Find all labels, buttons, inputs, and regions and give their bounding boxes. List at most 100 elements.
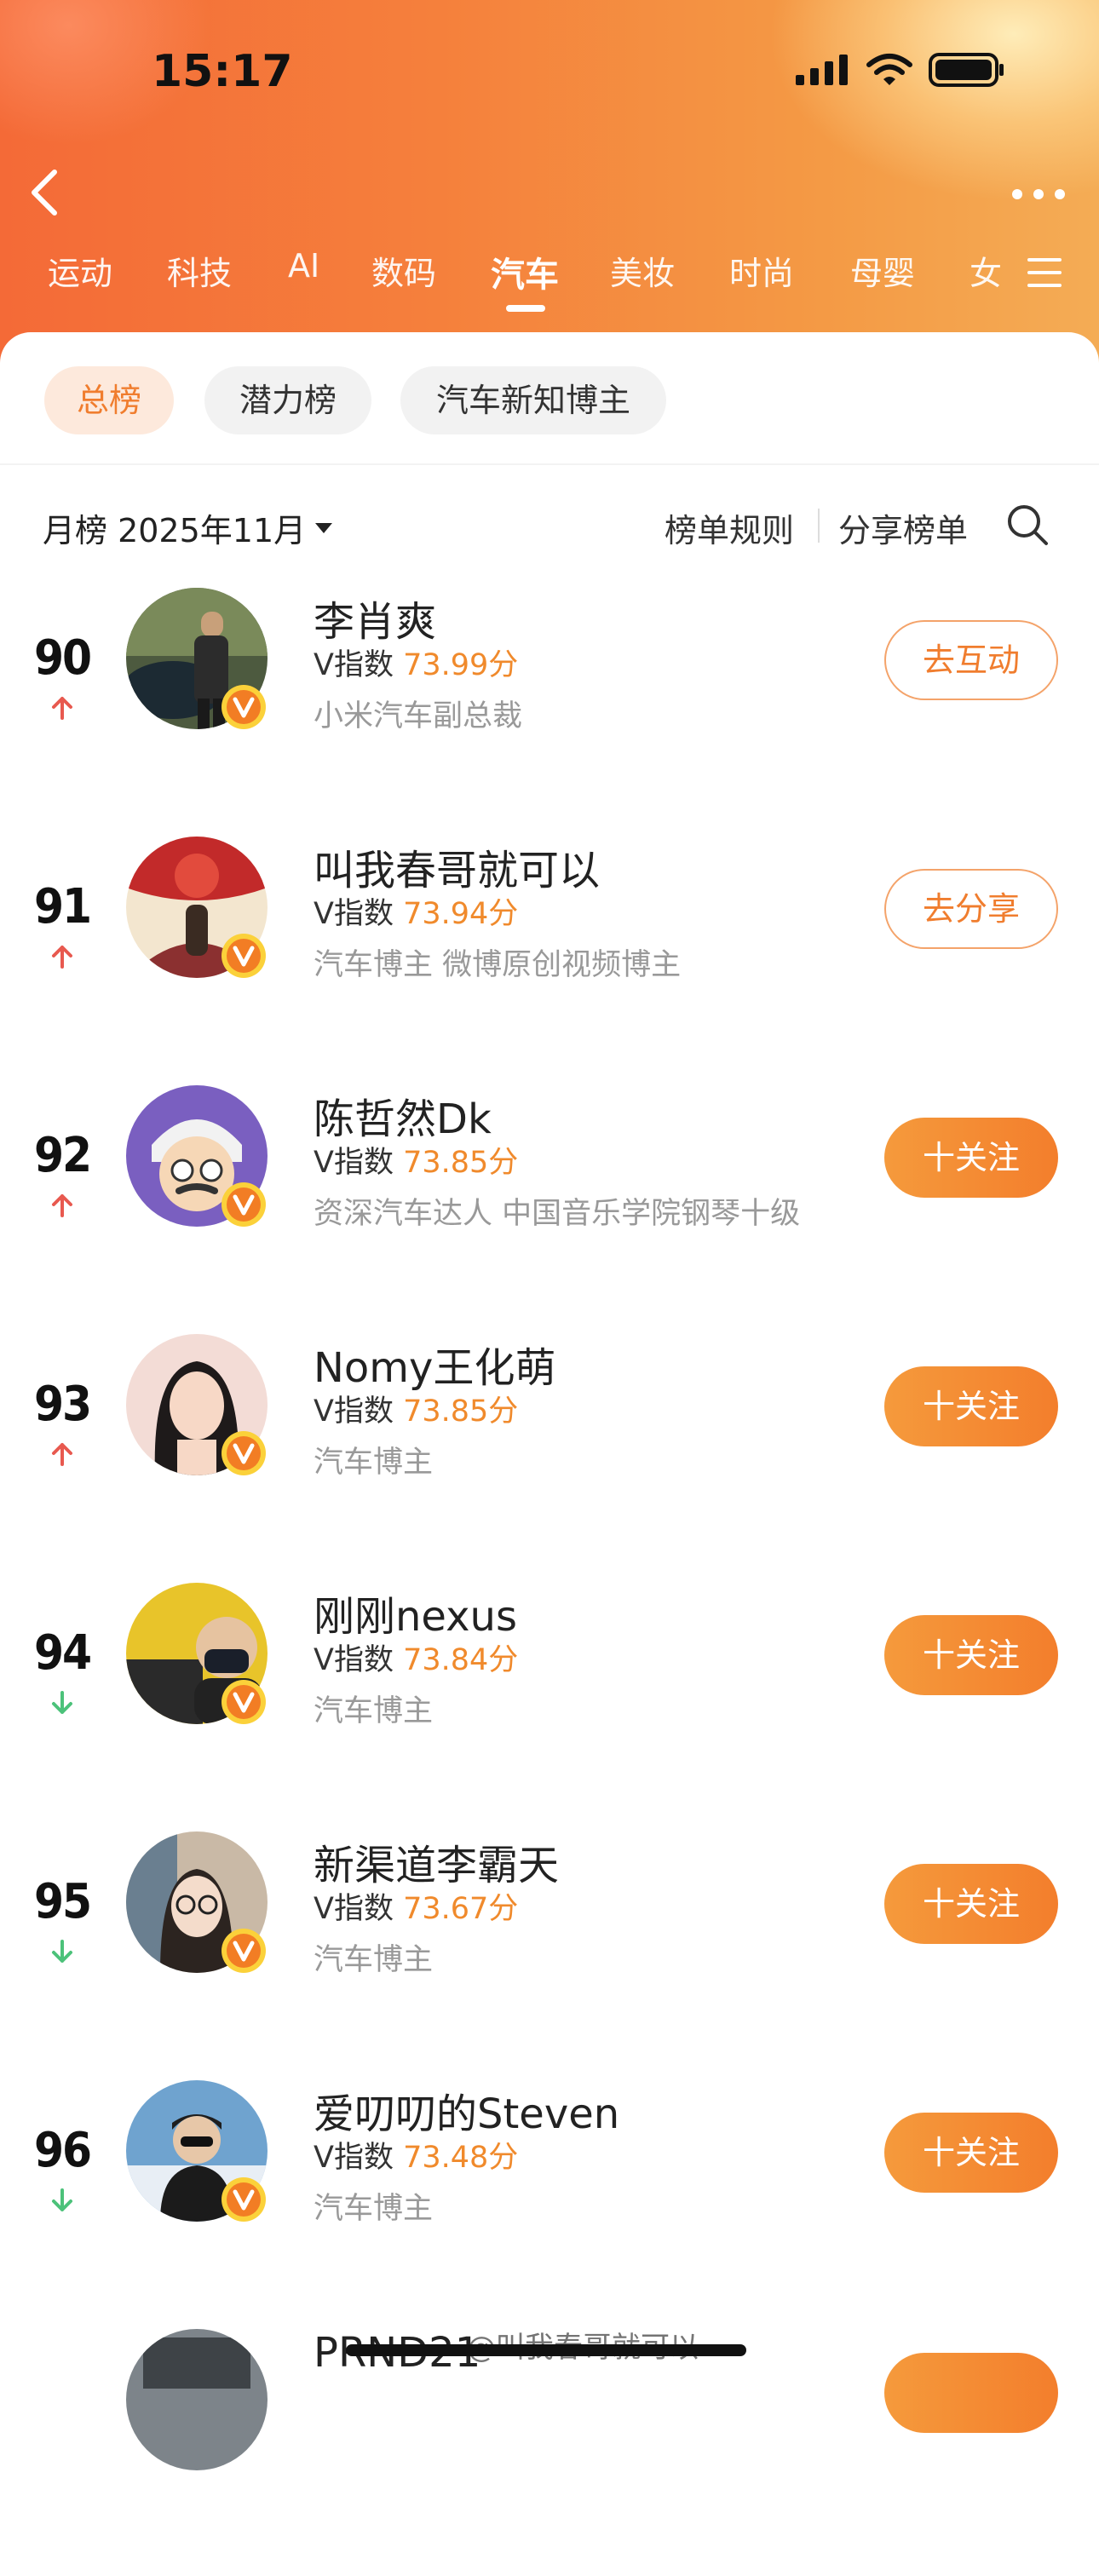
- rank-number: 92: [34, 1128, 92, 1183]
- v-index-label: V指数: [314, 648, 394, 682]
- v-index: V指数 73.85分: [314, 1138, 518, 1182]
- rank-up-icon: [52, 1443, 72, 1466]
- v-index-score: 73.99分: [403, 648, 519, 682]
- user-name[interactable]: 爱叨叨的Steven: [314, 2080, 619, 2140]
- v-index-score: 73.67分: [403, 1892, 519, 1926]
- tab-baby[interactable]: 母婴: [850, 247, 915, 294]
- signal-icon: [796, 55, 848, 85]
- tab-women[interactable]: 女: [970, 247, 1002, 294]
- user-description: 汽车博主 微博原创视频博主: [314, 948, 682, 982]
- status-icons: [796, 53, 1005, 87]
- v-index: V指数 73.99分: [314, 641, 518, 684]
- verified-badge-icon: [222, 2177, 266, 2222]
- active-tab-indicator: [506, 305, 545, 312]
- v-index-score: 73.94分: [403, 897, 519, 931]
- user-description: 汽车博主: [314, 1446, 434, 1480]
- user-description: 资深汽车达人 中国音乐学院钢琴十级: [314, 1197, 801, 1231]
- verified-badge-icon: [222, 1182, 266, 1227]
- list-item[interactable]: 91 叫我春哥就可以 V指数 73.94分 汽车博主 微博原创视频博主 去分享: [0, 837, 1099, 1084]
- separator: [818, 509, 820, 543]
- more-icon[interactable]: [1010, 177, 1067, 211]
- user-name[interactable]: 陈哲然Dk: [314, 1085, 492, 1145]
- search-icon[interactable]: [1005, 503, 1050, 547]
- subtab-new-knowledge[interactable]: 汽车新知博主: [400, 366, 666, 434]
- share-button[interactable]: 去分享: [884, 869, 1058, 949]
- interact-button[interactable]: 去互动: [884, 620, 1058, 700]
- tab-fashion[interactable]: 时尚: [729, 247, 794, 294]
- rank-up-icon: [52, 1194, 72, 1217]
- rank-number: 90: [34, 630, 92, 686]
- rules-link[interactable]: 榜单规则: [665, 504, 794, 551]
- verified-badge-icon: [222, 1929, 266, 1973]
- rank-up-icon: [52, 946, 72, 969]
- wifi-icon: [866, 54, 912, 85]
- rank-up-icon: [52, 697, 72, 720]
- user-name[interactable]: 李肖爽: [314, 588, 436, 647]
- v-index-score: 73.85分: [403, 1394, 519, 1429]
- tab-sports[interactable]: 运动: [48, 247, 112, 294]
- caret-down-icon: [315, 522, 333, 533]
- rank-number: 96: [34, 2123, 92, 2178]
- list-item[interactable]: 93 Nomy王化萌 V指数 73.85分 汽车博主 十关注: [0, 1334, 1099, 1581]
- user-name[interactable]: 叫我春哥就可以: [314, 837, 600, 896]
- verified-badge-icon: [222, 934, 266, 978]
- verified-badge-icon: [222, 1431, 266, 1475]
- follow-button[interactable]: 十关注: [884, 1118, 1058, 1198]
- tab-tech[interactable]: 科技: [167, 247, 232, 294]
- v-index-label: V指数: [314, 1643, 394, 1677]
- user-name[interactable]: Nomy王化萌: [314, 1334, 555, 1394]
- rank-number: 91: [34, 879, 92, 934]
- tab-ai[interactable]: AI: [288, 247, 319, 285]
- user-description: 汽车博主: [314, 1943, 434, 1977]
- v-index-score: 73.84分: [403, 1643, 519, 1677]
- rank-number: 94: [34, 1625, 92, 1681]
- subtab-potential[interactable]: 潜力榜: [204, 366, 371, 434]
- list-item[interactable]: 96 爱叨叨的Steven V指数 73.48分 汽车博主 十关注: [0, 2080, 1099, 2327]
- period-selector[interactable]: 月榜 2025年11月: [43, 504, 333, 551]
- v-index-score: 73.85分: [403, 1146, 519, 1180]
- avatar[interactable]: [126, 2329, 268, 2470]
- rank-down-icon: [52, 1691, 72, 1714]
- home-indicator: [346, 2344, 746, 2356]
- follow-button[interactable]: [884, 2353, 1058, 2433]
- user-name[interactable]: 刚刚nexus: [314, 1583, 517, 1642]
- rank-number: 95: [34, 1874, 92, 1929]
- v-index-label: V指数: [314, 1394, 394, 1429]
- back-icon[interactable]: [26, 167, 63, 218]
- tab-auto[interactable]: 汽车: [491, 247, 559, 296]
- status-time: 15:17: [152, 46, 293, 97]
- list-item[interactable]: 94 刚刚nexus V指数 73.84分 汽车博主 十关注: [0, 1583, 1099, 1830]
- user-description: 小米汽车副总裁: [314, 699, 523, 733]
- list-item[interactable]: PRND21: [0, 2329, 1099, 2576]
- v-index-label: V指数: [314, 1146, 394, 1180]
- user-description: 汽车博主: [314, 1694, 434, 1728]
- subtab-overall[interactable]: 总榜: [44, 366, 174, 434]
- v-index: V指数 73.94分: [314, 889, 518, 933]
- follow-button[interactable]: 十关注: [884, 1615, 1058, 1695]
- follow-button[interactable]: 十关注: [884, 2113, 1058, 2193]
- tab-digital[interactable]: 数码: [371, 247, 436, 294]
- list-item[interactable]: 95 新渠道李霸天 V指数 73.67分 汽车博主 十关注: [0, 1831, 1099, 2079]
- rank-number: 93: [34, 1377, 92, 1432]
- menu-icon[interactable]: [1026, 256, 1063, 290]
- battery-icon: [929, 53, 1004, 87]
- verified-badge-icon: [222, 685, 266, 729]
- rank-down-icon: [52, 2188, 72, 2211]
- list-item[interactable]: 92 陈哲然Dk V指数 73.85分 资深汽车达人 中国音乐学院钢琴十级 十关…: [0, 1085, 1099, 1332]
- v-index-score: 73.48分: [403, 2141, 519, 2175]
- period-label: 月榜 2025年11月: [43, 512, 307, 549]
- v-index-label: V指数: [314, 2141, 394, 2175]
- user-description: 汽车博主: [314, 2192, 434, 2226]
- tab-beauty[interactable]: 美妆: [610, 247, 675, 294]
- v-index-label: V指数: [314, 1892, 394, 1926]
- follow-button[interactable]: 十关注: [884, 1864, 1058, 1944]
- list-item[interactable]: 90 李肖爽 V指数 73.99分 小米汽车副总裁 去互动: [0, 588, 1099, 835]
- follow-button[interactable]: 十关注: [884, 1366, 1058, 1446]
- v-index: V指数 73.84分: [314, 1636, 518, 1679]
- user-name[interactable]: 新渠道李霸天: [314, 1831, 559, 1891]
- v-index-label: V指数: [314, 897, 394, 931]
- v-index: V指数 73.48分: [314, 2133, 518, 2176]
- v-index: V指数 73.67分: [314, 1884, 518, 1928]
- share-list-link[interactable]: 分享榜单: [838, 504, 968, 551]
- divider: [0, 463, 1099, 465]
